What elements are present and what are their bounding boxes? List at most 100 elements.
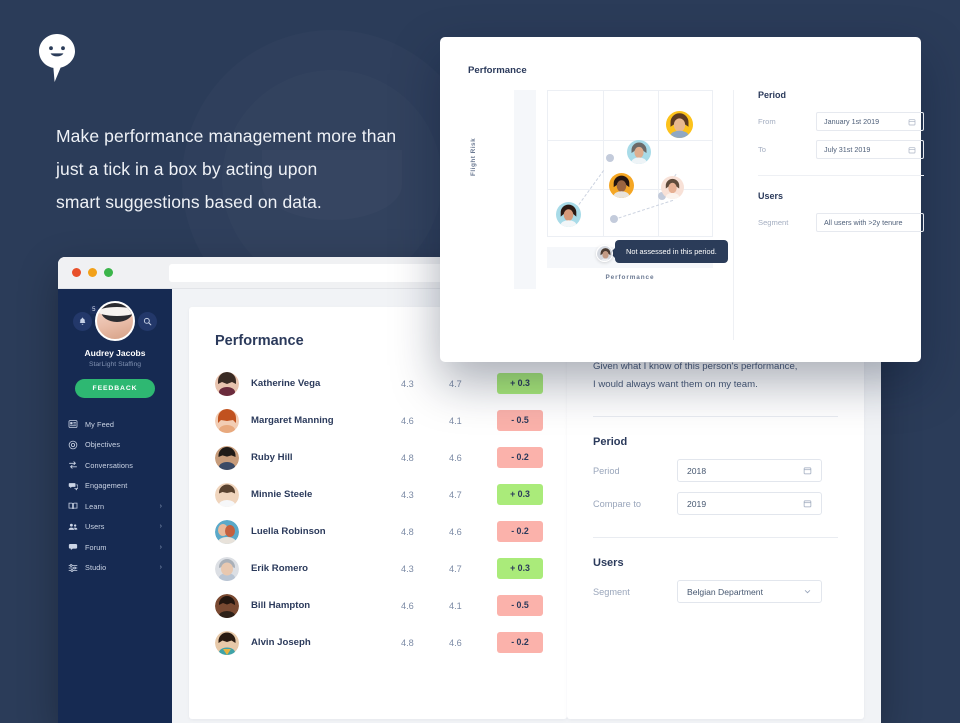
maximize-window-button[interactable] [104,268,113,277]
flight-risk-performance-scatter-chart: Flight Risk Not assessed in this period.… [468,90,728,340]
sidebar-item-label: Learn [85,501,105,511]
overlay-segment-row: Segment All users with >2y tenure [758,213,924,232]
chart-point-avatar[interactable] [666,111,693,138]
sidebar-item-learn[interactable]: Learn › [58,496,172,517]
sidebar-item-forum[interactable]: Forum › [58,537,172,558]
status-badge: + 0.3 [497,373,543,394]
page-headline: Make performance management more than ju… [56,120,456,219]
users-icon [67,521,78,532]
target-icon [67,439,78,450]
sidebar-item-label: Users [85,522,105,532]
score-current: 4.7 [449,489,462,500]
chevron-down-icon[interactable] [803,587,812,596]
previous-period-dot[interactable] [606,154,614,162]
chevron-right-icon: › [159,543,162,551]
sidebar-item-users[interactable]: Users › [58,517,172,538]
exchange-icon [67,460,78,471]
avatar [215,630,239,655]
calendar-icon[interactable] [803,499,812,508]
sidebar-item-engagement[interactable]: Engagement [58,476,172,497]
overlay-from-row: From January 1st 2019 [758,112,924,131]
avatar[interactable] [95,301,135,341]
to-date-value: July 31st 2019 [824,145,871,154]
calendar-icon[interactable] [803,466,812,475]
score-previous: 4.3 [401,489,414,500]
book-icon [67,501,78,512]
table-row[interactable]: Ruby Hill 4.8 4.6 - 0.2 [189,439,567,476]
sidebar-item-label: Engagement [85,481,128,491]
close-window-button[interactable] [72,268,81,277]
table-row[interactable]: Erik Romero 4.3 4.7 + 0.3 [189,550,567,587]
feed-icon [67,419,78,430]
overlay-card-filters: Period From January 1st 2019 To July 31s… [733,90,924,340]
avatar [215,519,239,544]
chart-plot-area [547,90,713,237]
gridline-vertical [603,91,604,236]
segment-value: Belgian Department [687,586,763,597]
calendar-icon[interactable] [908,118,916,126]
divider [758,175,924,176]
sliders-icon [67,562,78,573]
overlay-users-title: Users [758,191,784,201]
sidebar-item-label: My Feed [85,419,115,429]
overlay-to-row: To July 31st 2019 [758,140,924,159]
employee-name: Bill Hampton [251,600,311,611]
chart-x-axis-label: Performance [605,274,655,281]
headline-line-3: smart suggestions based on data. [56,192,322,212]
minimize-window-button[interactable] [88,268,97,277]
chart-point-avatar[interactable] [609,173,634,198]
employee-name: Luella Robinson [251,526,326,537]
chat-bubbles-icon [67,480,78,491]
previous-period-dot[interactable] [610,215,618,223]
segment-select[interactable]: Belgian Department [677,580,822,603]
segment-input[interactable]: All users with >2y tenure [816,213,924,232]
compare-input[interactable]: 2019 [677,492,822,515]
chart-point-avatar[interactable] [661,176,684,199]
table-row[interactable]: Katherine Vega 4.3 4.7 + 0.3 [189,365,567,402]
sidebar-item-conversations[interactable]: Conversations [58,455,172,476]
chart-y-axis-label: Flight Risk [470,137,477,176]
avatar [215,593,239,618]
compare-label: Compare to [593,498,642,509]
avatar [215,408,239,433]
segment-label: Segment [593,586,630,597]
calendar-icon[interactable] [908,146,916,154]
table-row[interactable]: Luella Robinson 4.8 4.6 - 0.2 [189,513,567,550]
sidebar-item-my-feed[interactable]: My Feed [58,414,172,435]
score-previous: 4.6 [401,600,414,611]
chart-point-avatar[interactable] [627,140,651,164]
sidebar-item-objectives[interactable]: Objectives [58,435,172,456]
employee-name: Minnie Steele [251,489,313,500]
compare-value: 2019 [687,498,707,509]
feedback-button[interactable]: FEEDBACK [75,379,155,398]
chart-y-strip [514,90,536,289]
search-icon[interactable] [138,311,157,331]
chart-tooltip: Not assessed in this period. [610,240,728,263]
from-date-input[interactable]: January 1st 2019 [816,112,924,131]
sidebar-item-label: Studio [85,563,107,573]
table-row[interactable]: Bill Hampton 4.6 4.1 - 0.5 [189,587,567,624]
sidebar-item-studio[interactable]: Studio › [58,558,172,579]
performance-overlay-card: Performance Flight Risk Not assessed in … [440,37,924,362]
score-current: 4.6 [449,637,462,648]
bell-icon[interactable]: 5 [73,305,98,331]
period-label: Period [593,465,620,476]
question-line-2: I would always want them on my team. [593,379,758,390]
score-current: 4.7 [449,563,462,574]
to-label: To [758,145,767,154]
table-row[interactable]: Margaret Manning 4.6 4.1 - 0.5 [189,402,567,439]
table-row[interactable]: Minnie Steele 4.3 4.7 + 0.3 [189,476,567,513]
score-current: 4.7 [449,378,462,389]
sidebar-item-label: Forum [85,542,107,552]
period-input[interactable]: 2018 [677,459,822,482]
chart-point-avatar[interactable] [556,202,581,227]
to-date-input[interactable]: July 31st 2019 [816,140,924,159]
table-row[interactable]: Alvin Joseph 4.8 4.6 - 0.2 [189,624,567,661]
avatar [215,482,239,507]
sidebar-nav: My Feed Objectives Conversations Engagem… [58,414,172,578]
score-previous: 4.3 [401,378,414,389]
score-previous: 4.3 [401,563,414,574]
status-badge: + 0.3 [497,558,543,579]
unassessed-user-avatar[interactable] [596,245,613,262]
question-text: Given what I know of this person's perfo… [593,358,838,394]
